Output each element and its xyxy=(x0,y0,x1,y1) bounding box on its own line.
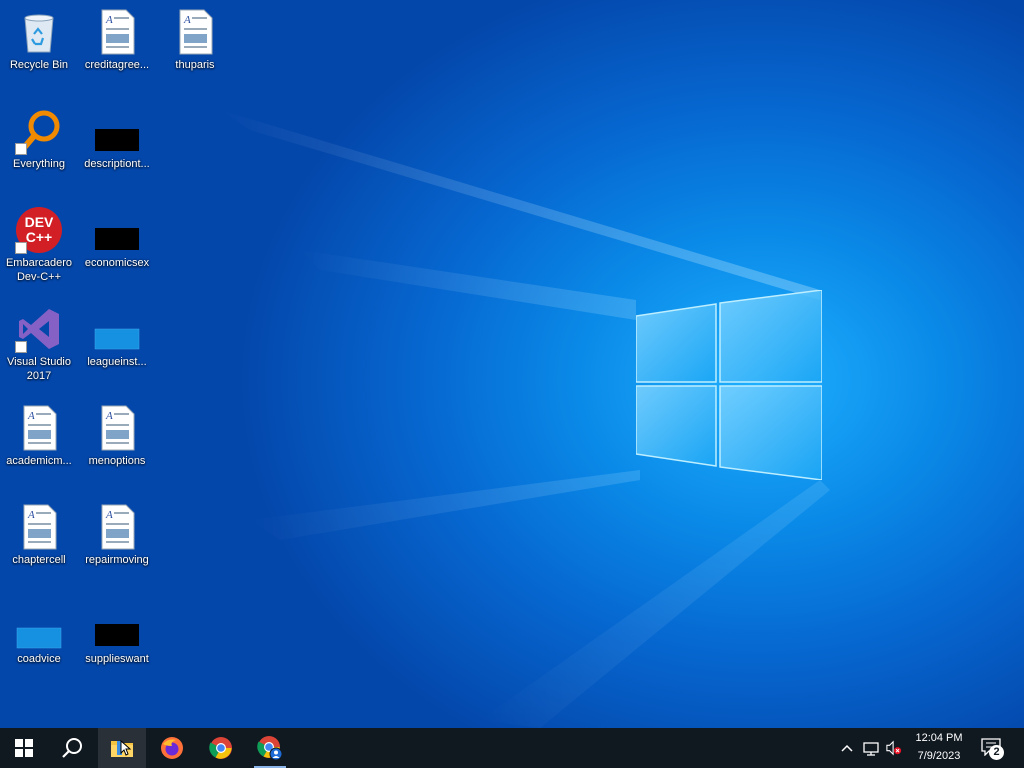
chrome-button[interactable] xyxy=(197,728,245,768)
notification-count-badge: 2 xyxy=(989,745,1004,760)
chevron-up-icon[interactable] xyxy=(839,740,855,756)
desktop-icon-label: repairmoving xyxy=(85,554,149,566)
search-button[interactable] xyxy=(48,728,96,768)
desktop-icon-creditagree[interactable]: A creditagree... xyxy=(78,4,156,72)
desktop-icon-repairmoving[interactable]: A repairmoving xyxy=(78,499,156,567)
everything-search-icon xyxy=(15,107,63,155)
chrome-profile-icon xyxy=(257,736,283,761)
desktop-icon-economicsex[interactable]: economicsex xyxy=(78,202,156,270)
desktop-icon-descriptiont[interactable]: descriptiont... xyxy=(78,103,156,171)
wallpaper-windows-logo xyxy=(636,290,822,480)
desktop-icon-everything[interactable]: Everything xyxy=(0,103,78,171)
svg-text:DEV: DEV xyxy=(25,214,54,230)
file-explorer-button[interactable] xyxy=(98,728,146,768)
search-icon xyxy=(62,738,82,758)
svg-text:A: A xyxy=(183,14,191,26)
desktop-icon-label: coadvice xyxy=(17,653,61,665)
document-icon: A xyxy=(171,8,219,56)
desktop-icon-label: thuparis xyxy=(175,59,215,71)
network-icon[interactable] xyxy=(863,740,879,756)
black-file-icon xyxy=(93,602,141,650)
document-icon: A xyxy=(15,503,63,551)
desktop-icon-label: academicm... xyxy=(6,455,72,467)
clock-date[interactable]: 7/9/2023 xyxy=(904,750,974,762)
desktop-icon-label: descriptiont... xyxy=(84,158,150,170)
desktop-icon-label: chaptercell xyxy=(12,554,66,566)
document-icon: A xyxy=(93,503,141,551)
devcpp-icon: DEV C++ xyxy=(15,206,63,254)
desktop-icon-label: Recycle Bin xyxy=(9,59,69,71)
black-file-icon xyxy=(93,107,141,155)
desktop-icon-devcpp[interactable]: DEV C++ Embarcadero Dev-C++ xyxy=(0,202,78,284)
chrome-profile-button[interactable] xyxy=(246,728,294,768)
black-file-icon xyxy=(93,206,141,254)
desktop-icon-label: menoptions xyxy=(88,455,146,467)
desktop-icon-menoptions[interactable]: A menoptions xyxy=(78,400,156,468)
shortcut-arrow-icon xyxy=(15,143,27,155)
desktop-icon-label: economicsex xyxy=(84,257,150,269)
visual-studio-icon xyxy=(15,305,63,353)
start-button[interactable] xyxy=(0,728,48,768)
svg-text:A: A xyxy=(105,14,113,26)
shortcut-arrow-icon xyxy=(15,242,27,254)
desktop-icon-label: Embarcadero Dev-C++ xyxy=(5,257,73,283)
svg-text:A: A xyxy=(105,410,113,422)
svg-text:A: A xyxy=(27,410,35,422)
recycle-bin-icon xyxy=(15,8,63,56)
desktop-icon-visual-studio[interactable]: Visual Studio 2017 xyxy=(0,301,78,383)
desktop: Recycle Bin Everything DEV C++ Embarcade… xyxy=(0,0,1024,728)
desktop-icon-supplieswant[interactable]: supplieswant xyxy=(78,598,156,666)
svg-text:C++: C++ xyxy=(26,229,52,245)
svg-text:A: A xyxy=(105,509,113,521)
firefox-button[interactable] xyxy=(148,728,196,768)
notification-center-button[interactable]: 2 xyxy=(978,736,1006,762)
blank-file-icon xyxy=(15,602,63,650)
desktop-icon-chaptercell[interactable]: A chaptercell xyxy=(0,499,78,567)
mouse-cursor-icon xyxy=(120,740,132,756)
desktop-icon-label: leagueinst... xyxy=(87,356,147,368)
clock-time[interactable]: 12:04 PM xyxy=(904,732,974,744)
desktop-icon-thuparis[interactable]: A thuparis xyxy=(156,4,234,72)
chrome-icon xyxy=(209,737,232,759)
desktop-icon-label: Everything xyxy=(13,158,65,170)
desktop-icon-coadvice[interactable]: coadvice xyxy=(0,598,78,666)
desktop-icon-recycle-bin[interactable]: Recycle Bin xyxy=(0,4,78,72)
blank-file-icon xyxy=(93,305,141,353)
desktop-icon-label: Visual Studio 2017 xyxy=(6,356,71,382)
desktop-icon-label: supplieswant xyxy=(85,653,149,665)
svg-text:A: A xyxy=(27,509,35,521)
shortcut-arrow-icon xyxy=(15,341,27,353)
volume-muted-icon[interactable] xyxy=(886,740,902,756)
document-icon: A xyxy=(93,404,141,452)
desktop-icon-label: creditagree... xyxy=(84,59,150,71)
document-icon: A xyxy=(93,8,141,56)
windows-logo-icon xyxy=(15,739,33,757)
desktop-icon-academicm[interactable]: A academicm... xyxy=(0,400,78,468)
desktop-icon-leagueinst[interactable]: leagueinst... xyxy=(78,301,156,369)
firefox-icon xyxy=(161,737,183,759)
taskbar: 12:04 PM 7/9/2023 2 xyxy=(0,728,1024,768)
document-icon: A xyxy=(15,404,63,452)
